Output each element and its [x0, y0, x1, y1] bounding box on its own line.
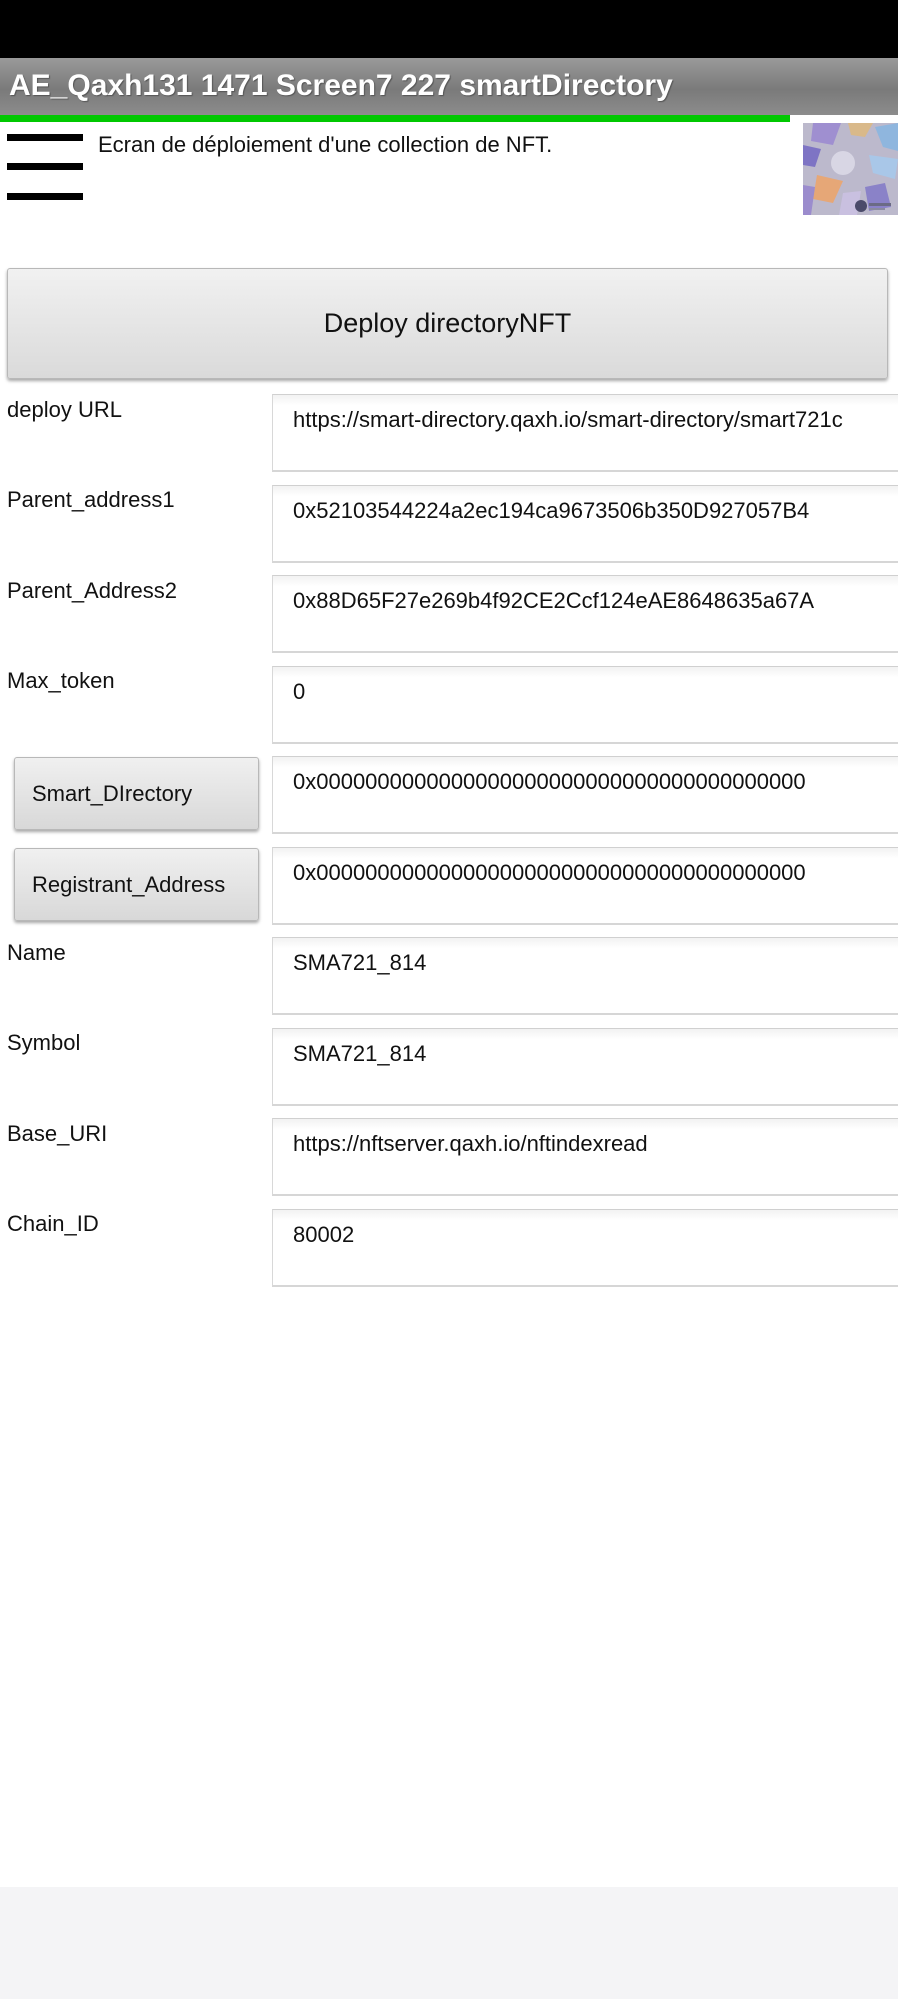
- progress-indicator: [0, 115, 790, 122]
- symbol-value: SMA721_814: [293, 1041, 427, 1066]
- navigation-bar: [0, 1887, 898, 1999]
- page-subtitle: Ecran de déploiement d'une collection de…: [98, 132, 553, 157]
- symbol-label: Symbol: [7, 1030, 81, 1055]
- name-label: Name: [7, 940, 66, 965]
- smart-directory-logo: [803, 123, 898, 215]
- deploy-directory-nft-button[interactable]: Deploy directoryNFT: [7, 268, 888, 379]
- smart-directory-field[interactable]: 0x00000000000000000000000000000000000000…: [272, 756, 898, 834]
- chain-id-field[interactable]: 80002: [272, 1209, 898, 1287]
- registrant-address-value: 0x00000000000000000000000000000000000000…: [293, 860, 806, 885]
- registrant-address-button[interactable]: Registrant_Address: [14, 848, 259, 921]
- symbol-field[interactable]: SMA721_814: [272, 1028, 898, 1106]
- title-bar: AE_Qaxh131 1471 Screen7 227 smartDirecto…: [0, 58, 898, 115]
- parent-address1-value: 0x52103544224a2ec194ca9673506b350D927057…: [293, 498, 810, 523]
- app-title: AE_Qaxh131 1471 Screen7 227 smartDirecto…: [9, 69, 673, 102]
- parent-address2-value: 0x88D65F27e269b4f92CE2Ccf124eAE8648635a6…: [293, 588, 815, 613]
- parent-address2-field[interactable]: 0x88D65F27e269b4f92CE2Ccf124eAE8648635a6…: [272, 575, 898, 653]
- parent-address2-label: Parent_Address2: [7, 578, 177, 603]
- max-token-label: Max_token: [7, 668, 115, 693]
- base-uri-label: Base_URI: [7, 1121, 108, 1146]
- smart-directory-button[interactable]: Smart_DIrectory: [14, 757, 259, 830]
- deploy-url-field[interactable]: https://smart-directory.qaxh.io/smart-di…: [272, 394, 898, 472]
- deploy-url-value: https://smart-directory.qaxh.io/smart-di…: [293, 407, 843, 432]
- smart-directory-value: 0x00000000000000000000000000000000000000…: [293, 769, 806, 794]
- hamburger-menu-icon[interactable]: [7, 134, 83, 204]
- parent-address1-label: Parent_address1: [7, 487, 175, 512]
- chain-id-label: Chain_ID: [7, 1211, 99, 1236]
- max-token-field[interactable]: 0: [272, 666, 898, 744]
- base-uri-value: https://nftserver.qaxh.io/nftindexread: [293, 1131, 648, 1156]
- max-token-value: 0: [293, 679, 306, 704]
- name-field[interactable]: SMA721_814: [272, 937, 898, 1015]
- parent-address1-field[interactable]: 0x52103544224a2ec194ca9673506b350D927057…: [272, 485, 898, 563]
- chain-id-value: 80002: [293, 1222, 355, 1247]
- registrant-address-field[interactable]: 0x00000000000000000000000000000000000000…: [272, 847, 898, 925]
- status-bar: [0, 0, 898, 58]
- deploy-url-label: deploy URL: [7, 397, 122, 422]
- base-uri-field[interactable]: https://nftserver.qaxh.io/nftindexread: [272, 1118, 898, 1196]
- name-value: SMA721_814: [293, 950, 427, 975]
